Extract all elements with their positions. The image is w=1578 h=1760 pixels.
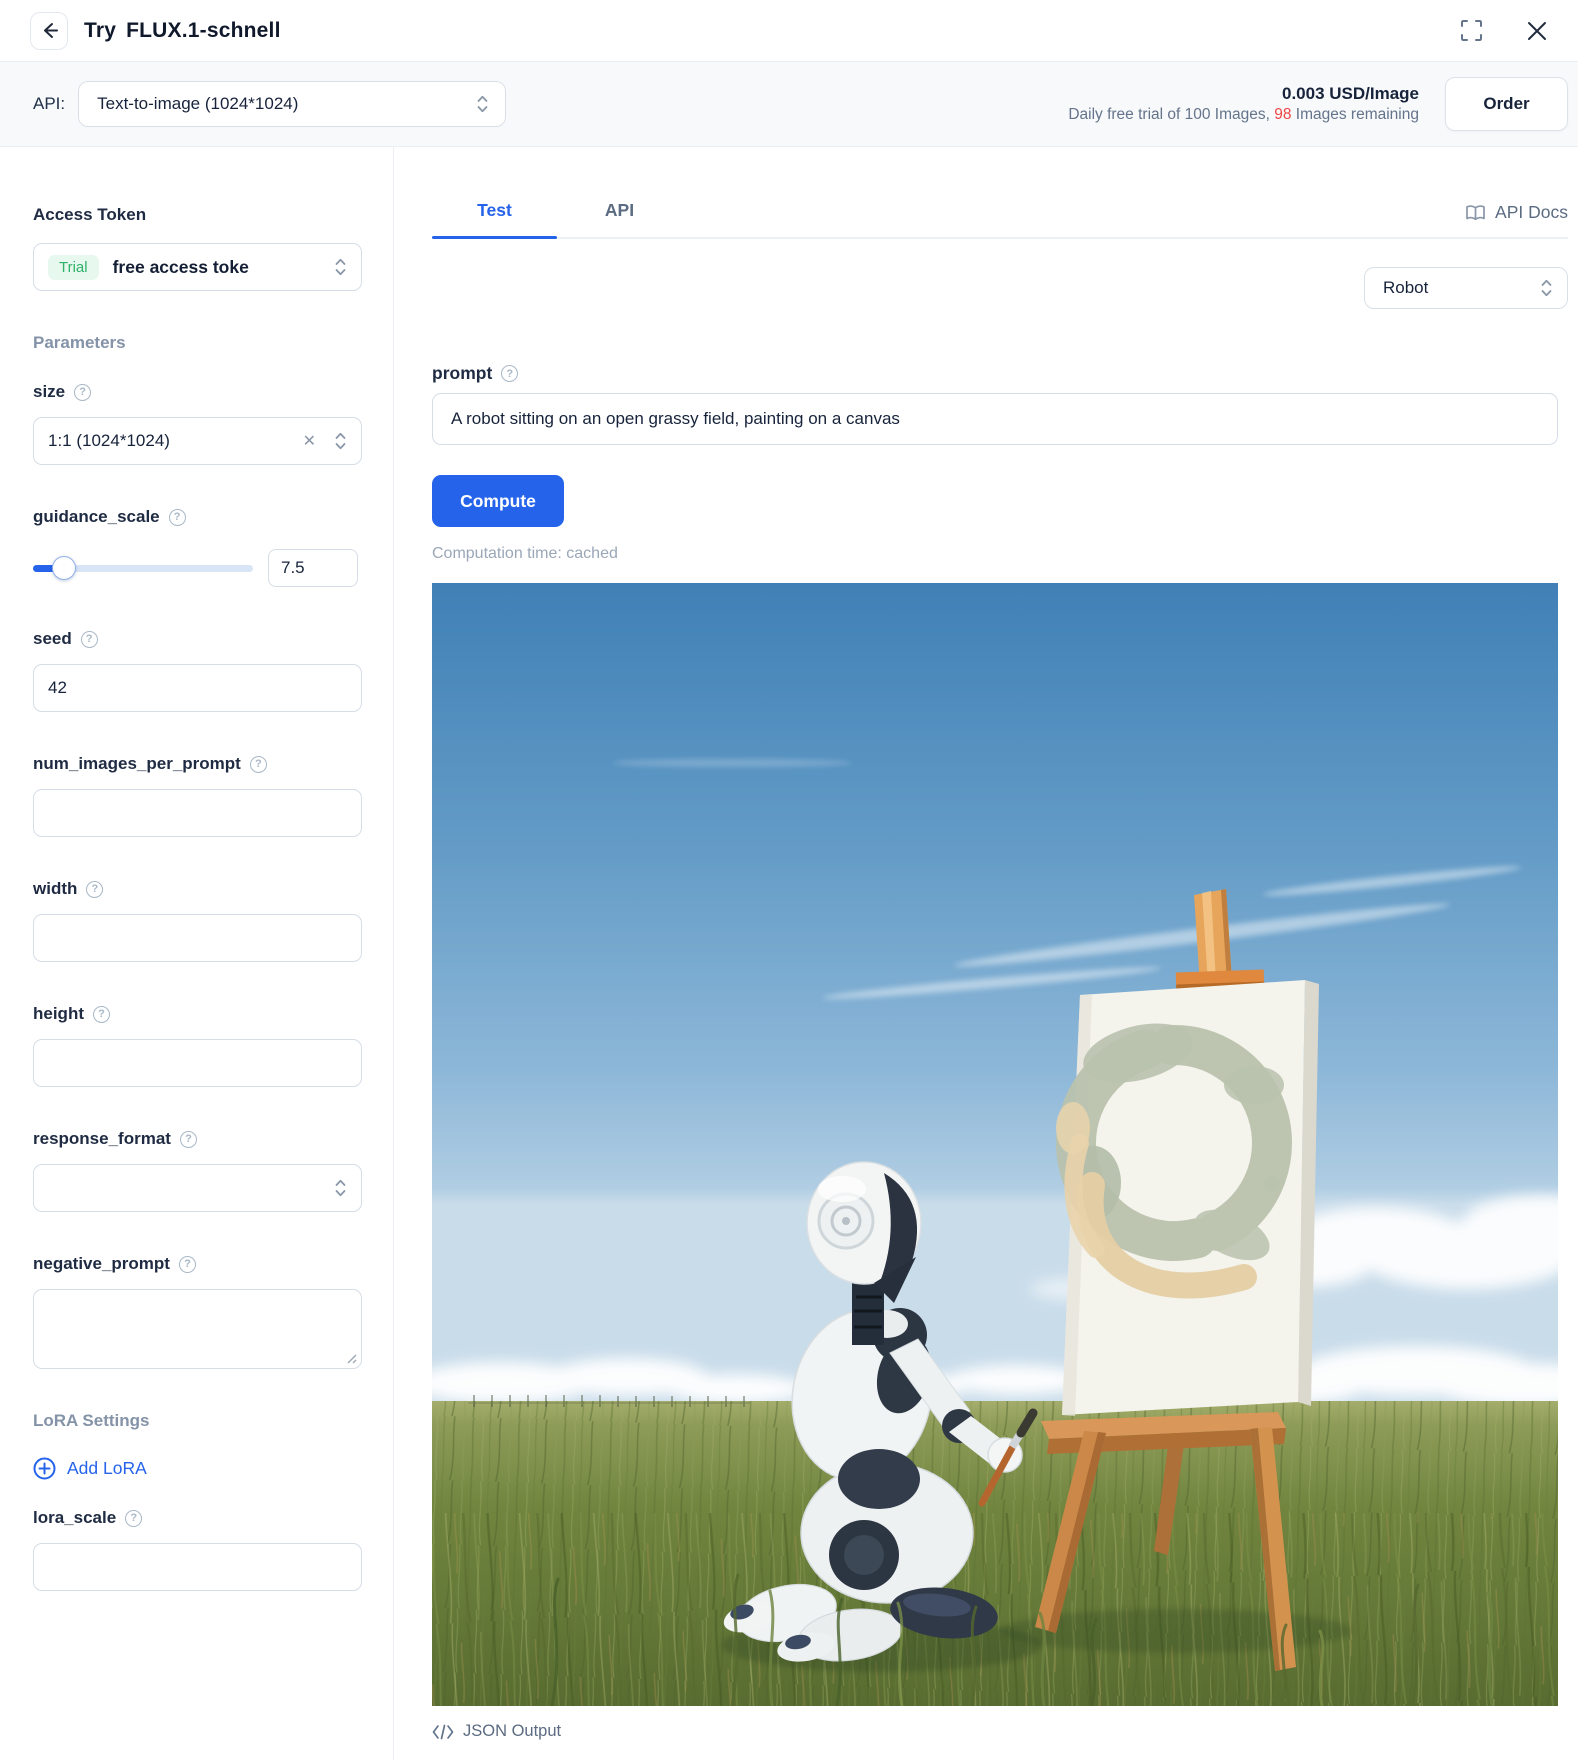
lora-scale-input[interactable]: [33, 1543, 362, 1591]
api-type-value: Text-to-image (1024*1024): [97, 94, 298, 114]
width-input[interactable]: [33, 914, 362, 962]
negative-prompt-label: negative_prompt: [33, 1254, 170, 1274]
clear-x-icon[interactable]: ✕: [303, 431, 316, 451]
slider-handle[interactable]: [52, 556, 76, 580]
help-icon[interactable]: ?: [81, 631, 98, 648]
order-button[interactable]: Order: [1445, 77, 1568, 131]
add-lora-label: Add LoRA: [67, 1458, 147, 1479]
help-icon[interactable]: ?: [180, 1131, 197, 1148]
lora-scale-label: lora_scale: [33, 1508, 116, 1528]
seed-field: seed?: [33, 629, 361, 712]
plus-circle-icon: [33, 1457, 56, 1480]
lora-scale-field: lora_scale?: [33, 1508, 361, 1591]
back-arrow-icon: [40, 21, 59, 40]
help-icon[interactable]: ?: [179, 1256, 196, 1273]
example-prompt-value: Robot: [1383, 278, 1428, 298]
tab-test[interactable]: Test: [432, 200, 557, 237]
book-icon: [1465, 204, 1486, 222]
access-token-label: Access Token: [33, 205, 361, 225]
select-chevron-icon: [334, 257, 347, 277]
response-format-label: response_format: [33, 1129, 171, 1149]
prompt-input[interactable]: [432, 393, 1558, 445]
json-output-toggle[interactable]: JSON Output: [432, 1722, 561, 1741]
computation-time-text: Computation time: cached: [432, 545, 1568, 563]
negative-prompt-textarea[interactable]: [34, 1290, 361, 1368]
help-icon[interactable]: ?: [86, 881, 103, 898]
close-icon: [1526, 20, 1548, 42]
response-format-field: response_format?: [33, 1129, 361, 1212]
remaining-count: 98: [1274, 106, 1291, 123]
title-try: Try: [84, 19, 116, 43]
example-prompt-select[interactable]: Robot: [1364, 267, 1568, 309]
size-value: 1:1 (1024*1024): [48, 431, 170, 451]
pricing-info: 0.003 USD/Image Daily free trial of 100 …: [1068, 83, 1419, 125]
api-docs-label: API Docs: [1495, 202, 1568, 223]
title-model: FLUX.1-schnell: [126, 19, 281, 43]
fullscreen-button[interactable]: [1458, 18, 1484, 44]
seed-label: seed: [33, 629, 72, 649]
trial-badge: Trial: [48, 255, 99, 280]
generated-image[interactable]: [432, 583, 1558, 1706]
height-label: height: [33, 1004, 84, 1024]
main-panel: Test API API Docs Robot prompt? Compute …: [394, 147, 1578, 1760]
robot-neck: [852, 1283, 884, 1345]
tab-api[interactable]: API: [557, 200, 682, 237]
trial-remaining-text: Daily free trial of 100 Images, 98 Image…: [1068, 104, 1419, 125]
negative-prompt-field: negative_prompt?: [33, 1254, 361, 1369]
size-label: size: [33, 382, 65, 402]
close-button[interactable]: [1524, 18, 1550, 44]
help-icon[interactable]: ?: [501, 365, 518, 382]
api-label: API:: [33, 94, 65, 114]
height-field: height?: [33, 1004, 361, 1087]
num-images-field: num_images_per_prompt?: [33, 754, 361, 837]
compute-button[interactable]: Compute: [432, 475, 564, 527]
api-docs-link[interactable]: API Docs: [1465, 202, 1568, 237]
resize-grip-icon[interactable]: [346, 1353, 357, 1364]
height-input[interactable]: [33, 1039, 362, 1087]
lora-settings-label: LoRA Settings: [33, 1411, 361, 1431]
price-per-image: 0.003 USD/Image: [1068, 83, 1419, 104]
api-type-select[interactable]: Text-to-image (1024*1024): [78, 81, 506, 127]
select-chevron-icon: [476, 94, 489, 114]
api-bar: API: Text-to-image (1024*1024) 0.003 USD…: [0, 62, 1578, 147]
json-output-label: JSON Output: [463, 1722, 561, 1741]
parameters-section-label: Parameters: [33, 333, 361, 353]
sky: [432, 583, 1558, 1423]
guidance-scale-input[interactable]: [268, 549, 358, 587]
width-label: width: [33, 879, 77, 899]
back-button[interactable]: [30, 12, 68, 50]
page-title: Try FLUX.1-schnell: [84, 19, 281, 43]
select-chevron-icon: [334, 431, 347, 451]
help-icon[interactable]: ?: [250, 756, 267, 773]
window-header: Try FLUX.1-schnell: [0, 0, 1578, 62]
help-icon[interactable]: ?: [93, 1006, 110, 1023]
guidance-scale-slider[interactable]: [33, 556, 253, 580]
code-icon: [432, 1724, 454, 1740]
select-chevron-icon: [334, 1178, 347, 1198]
seed-input[interactable]: [33, 664, 362, 712]
access-token-select[interactable]: Trial free access toke: [33, 243, 362, 291]
size-select[interactable]: 1:1 (1024*1024) ✕: [33, 417, 362, 465]
size-field: size? 1:1 (1024*1024) ✕: [33, 382, 361, 465]
prompt-label: prompt: [432, 363, 492, 384]
guidance-scale-field: guidance_scale?: [33, 507, 361, 587]
token-value: free access toke: [113, 257, 249, 278]
width-field: width?: [33, 879, 361, 962]
fullscreen-icon: [1459, 18, 1484, 43]
help-icon[interactable]: ?: [125, 1510, 142, 1527]
add-lora-button[interactable]: Add LoRA: [33, 1457, 147, 1480]
select-chevron-icon: [1540, 278, 1553, 298]
num-images-input[interactable]: [33, 789, 362, 837]
num-images-label: num_images_per_prompt: [33, 754, 241, 774]
help-icon[interactable]: ?: [74, 384, 91, 401]
response-format-select[interactable]: [33, 1164, 362, 1212]
tabs-bar: Test API API Docs: [432, 171, 1568, 239]
help-icon[interactable]: ?: [169, 509, 186, 526]
parameters-sidebar: Access Token Trial free access toke Para…: [0, 147, 394, 1760]
guidance-scale-label: guidance_scale: [33, 507, 160, 527]
